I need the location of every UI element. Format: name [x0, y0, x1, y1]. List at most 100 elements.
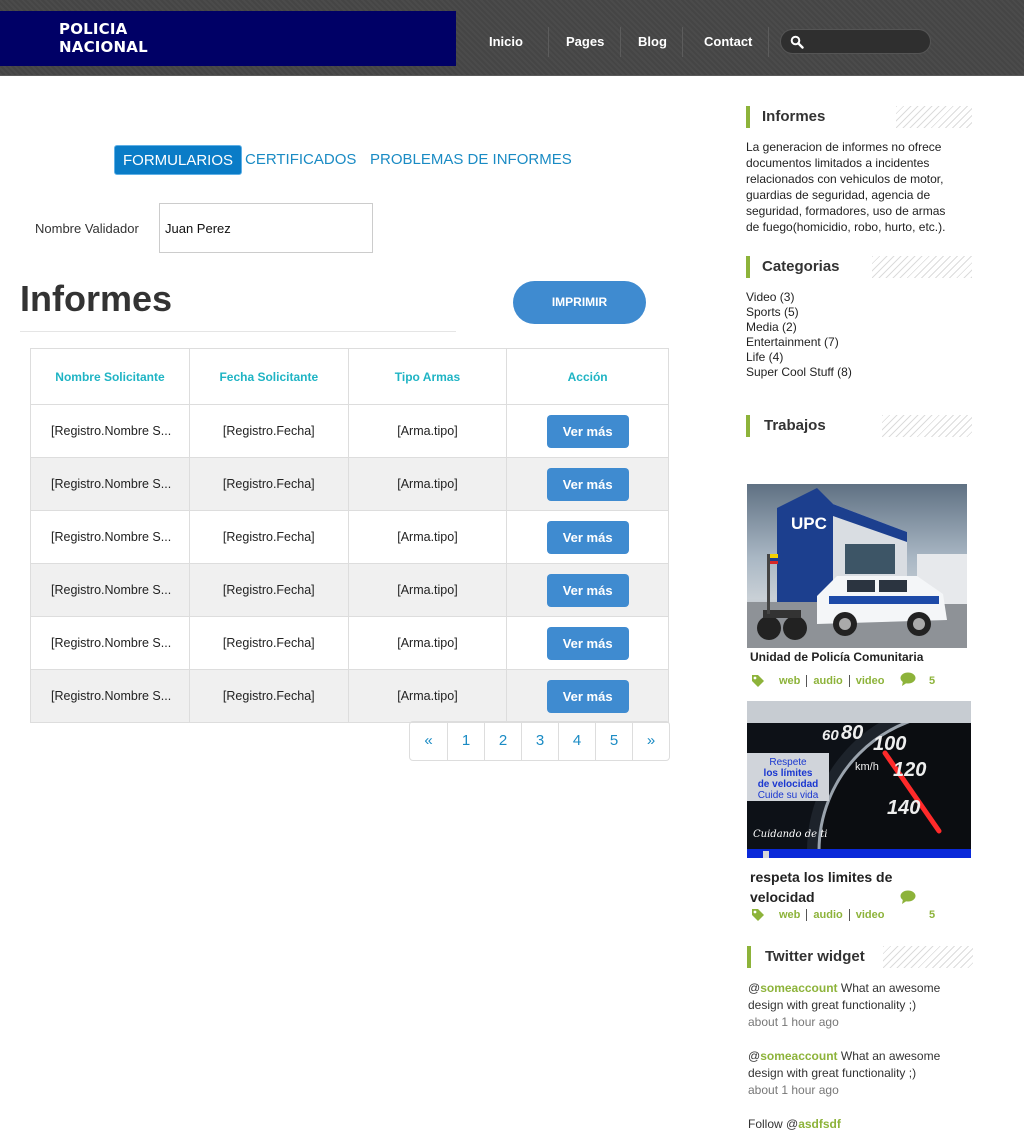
comment-icon	[900, 672, 916, 686]
column-header-nombre[interactable]: Nombre Solicitante	[30, 348, 190, 405]
brand-line-2: NACIONAL	[59, 38, 148, 56]
table-row: [Registro.Nombre S... [Registro.Fecha] […	[30, 510, 669, 564]
pager-page-1[interactable]: 1	[447, 722, 484, 760]
pager-next[interactable]: »	[632, 722, 669, 760]
category-item-entertainment[interactable]: Entertainment (7)	[746, 335, 839, 349]
nav-blog[interactable]: Blog	[638, 27, 667, 57]
cell-accion: Ver más	[506, 510, 669, 564]
tweet: @someaccount What an awesome design with…	[748, 1048, 958, 1099]
brand-line-1: POLICIA	[59, 20, 128, 38]
sidebar-title: Categorias	[762, 258, 840, 275]
search-input[interactable]	[809, 32, 924, 51]
pager-page-4[interactable]: 4	[558, 722, 595, 760]
brand-name: POLICIA NACIONAL	[59, 20, 148, 56]
tweet-at: @	[748, 1049, 761, 1063]
sidebar-title: Trabajos	[764, 417, 826, 434]
cell-accion: Ver más	[506, 457, 669, 511]
cell-nombre: [Registro.Nombre S...	[30, 510, 190, 564]
tag-web[interactable]: web	[779, 909, 800, 921]
tag-audio[interactable]: audio	[813, 909, 842, 921]
nav-pages[interactable]: Pages	[566, 27, 604, 57]
ver-mas-button[interactable]: Ver más	[546, 573, 629, 607]
cell-tipo: [Arma.tipo]	[347, 510, 508, 564]
heading-hatch	[882, 415, 972, 437]
pager-page-3[interactable]: 3	[521, 722, 558, 760]
informes-description: La generacion de informes no ofrece docu…	[746, 140, 946, 234]
tag-video[interactable]: video	[856, 675, 885, 687]
table-header-row: Nombre Solicitante Fecha Solicitante Tip…	[30, 348, 669, 405]
page-title: Informes	[20, 278, 173, 319]
cell-fecha: [Registro.Fecha]	[188, 669, 349, 723]
nav-divider	[768, 27, 769, 57]
cell-accion: Ver más	[506, 616, 669, 670]
heading-accent-bar	[747, 946, 751, 968]
category-item-super-cool-stuff[interactable]: Super Cool Stuff (8)	[746, 365, 852, 379]
table-row: [Registro.Nombre S... [Registro.Fecha] […	[30, 616, 669, 670]
tag-audio[interactable]: audio	[813, 675, 842, 687]
twitter-follow: Follow @asdfsdf	[748, 1116, 958, 1133]
category-item-sports[interactable]: Sports (5)	[746, 305, 799, 319]
category-item-video[interactable]: Video (3)	[746, 290, 794, 304]
ver-mas-button[interactable]: Ver más	[546, 520, 629, 554]
brand-logo[interactable]: POLICIA NACIONAL	[0, 11, 456, 66]
heading-hatch	[896, 106, 972, 128]
dial-number: 120	[893, 759, 927, 781]
tag-video[interactable]: video	[856, 909, 885, 921]
ver-mas-button[interactable]: Ver más	[546, 414, 629, 448]
comment-count[interactable]: 5	[929, 675, 935, 687]
table-row: [Registro.Nombre S... [Registro.Fecha] […	[30, 563, 669, 617]
ver-mas-button[interactable]: Ver más	[546, 467, 629, 501]
tweet-account-link[interactable]: someaccount	[760, 981, 837, 995]
column-header-tipo-armas[interactable]: Tipo Armas	[347, 348, 508, 405]
category-item-life[interactable]: Life (4)	[746, 350, 783, 364]
follow-prefix: Follow @	[748, 1117, 799, 1131]
column-header-fecha[interactable]: Fecha Solicitante	[188, 348, 349, 405]
tab-formularios[interactable]: FORMULARIOS	[114, 145, 243, 175]
category-item-media[interactable]: Media (2)	[746, 320, 797, 334]
cell-tipo: [Arma.tipo]	[347, 616, 508, 670]
heading-hatch	[883, 946, 973, 968]
nav-contact[interactable]: Contact	[704, 27, 752, 57]
tweet-account-link[interactable]: someaccount	[760, 1049, 837, 1063]
pager-page-5[interactable]: 5	[595, 722, 632, 760]
cell-fecha: [Registro.Fecha]	[188, 457, 349, 511]
cell-nombre: [Registro.Nombre S...	[30, 616, 190, 670]
validator-name-input[interactable]	[159, 203, 373, 253]
dial-unit: km/h	[855, 761, 879, 773]
pager-prev[interactable]: «	[410, 722, 447, 760]
work-image-upc[interactable]: UPC	[747, 484, 967, 648]
table-row: [Registro.Nombre S... [Registro.Fecha] […	[30, 669, 669, 723]
nav-divider	[548, 27, 549, 57]
cell-tipo: [Arma.tipo]	[347, 404, 508, 458]
ver-mas-button[interactable]: Ver más	[546, 626, 629, 660]
cell-tipo: [Arma.tipo]	[347, 457, 508, 511]
heading-accent-bar	[746, 415, 750, 437]
tweet-time[interactable]: about 1 hour ago	[748, 1015, 839, 1029]
sidebar-title: Informes	[762, 108, 826, 125]
comment-count[interactable]: 5	[929, 909, 935, 921]
follow-account-link[interactable]: asdfsdf	[798, 1117, 841, 1131]
nav-inicio[interactable]: Inicio	[489, 27, 523, 57]
dial-number: 100	[873, 733, 907, 755]
search-icon[interactable]	[790, 35, 804, 49]
comment-icon	[900, 890, 916, 904]
speed-message-line: de velocidad	[757, 779, 819, 790]
speed-message-box: Respete los límites de velocidad Cuide s…	[747, 753, 829, 801]
pager-page-2[interactable]: 2	[484, 722, 521, 760]
ver-mas-button[interactable]: Ver más	[546, 679, 629, 713]
tab-problemas-de-informes[interactable]: PROBLEMAS DE INFORMES	[370, 145, 572, 175]
cell-accion: Ver más	[506, 404, 669, 458]
tag-web[interactable]: web	[779, 675, 800, 687]
speed-message-line: Respete	[769, 757, 807, 768]
tab-certificados[interactable]: CERTIFICADOS	[245, 145, 356, 175]
tweet-time[interactable]: about 1 hour ago	[748, 1083, 839, 1097]
work-title[interactable]: Unidad de Policía Comunitaria	[750, 650, 923, 664]
work-image-speed[interactable]: 60 80 100 120 140 km/h Respete los límit…	[747, 701, 971, 858]
cell-fecha: [Registro.Fecha]	[188, 510, 349, 564]
column-header-accion[interactable]: Acción	[506, 348, 669, 405]
informes-table: Nombre Solicitante Fecha Solicitante Tip…	[30, 348, 669, 723]
top-header: POLICIA NACIONAL Inicio Pages Blog Conta…	[0, 0, 1024, 76]
sidebar-heading-informes: Informes	[746, 106, 972, 128]
cell-nombre: [Registro.Nombre S...	[30, 563, 190, 617]
print-button[interactable]: IMPRIMIR	[513, 281, 646, 324]
